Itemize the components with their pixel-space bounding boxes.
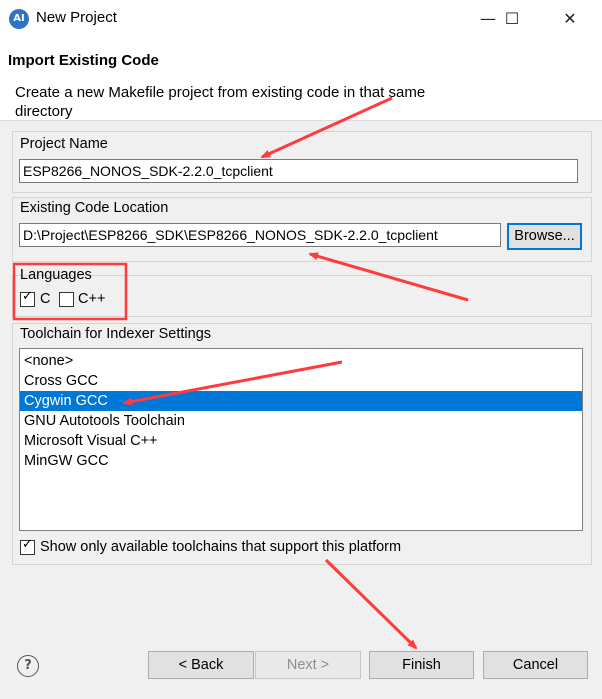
project-name-label: Project Name [20,136,108,152]
list-item-selected[interactable]: Cygwin GCC [20,391,582,411]
wizard-header: Import Existing Code Create a new Makefi… [0,38,602,121]
language-cpp-label: C++ [78,291,106,307]
project-name-input[interactable]: ESP8266_NONOS_SDK-2.2.0_tcpclient [19,159,578,183]
list-item[interactable]: MinGW GCC [20,451,582,471]
toolchain-list[interactable]: <none> Cross GCC Cygwin GCC GNU Autotool… [19,348,583,531]
page-description: Create a new Makefile project from exist… [15,84,426,120]
window-title: New Project [36,9,117,26]
list-item[interactable]: Cross GCC [20,371,582,391]
arrow-to-finish-button [324,558,418,650]
language-c-label: C [40,291,51,307]
app-logo-icon: AI [9,9,29,29]
filter-toolchains-label: Show only available toolchains that supp… [40,539,402,555]
close-icon[interactable]: ✕ [547,0,593,38]
cancel-button[interactable]: Cancel [483,651,588,679]
filter-toolchains-checkbox[interactable]: ✓ [20,537,35,555]
code-location-label: Existing Code Location [20,200,169,216]
finish-button[interactable]: Finish [369,651,474,679]
maximize-icon[interactable]: ☐ [489,0,535,38]
list-item[interactable]: <none> [20,351,582,371]
language-c-checkbox[interactable]: ✓ [20,289,35,307]
toolchain-label: Toolchain for Indexer Settings [20,326,212,342]
back-button[interactable]: < Back [148,651,254,679]
help-icon[interactable]: ? [17,655,39,677]
checkbox-check-icon: ✓ [22,537,33,552]
languages-label: Languages [20,267,92,283]
page-title: Import Existing Code [8,52,159,69]
list-item[interactable]: Microsoft Visual C++ [20,431,582,451]
next-button[interactable]: Next > [255,651,361,679]
language-cpp-checkbox[interactable] [59,292,74,307]
checkbox-check-icon: ✓ [22,289,33,304]
code-location-input[interactable]: D:\Project\ESP8266_SDK\ESP8266_NONOS_SDK… [19,223,501,247]
browse-button[interactable]: Browse... [507,223,582,250]
title-bar: AI New Project — ☐ ✕ [0,0,602,38]
list-item[interactable]: GNU Autotools Toolchain [20,411,582,431]
